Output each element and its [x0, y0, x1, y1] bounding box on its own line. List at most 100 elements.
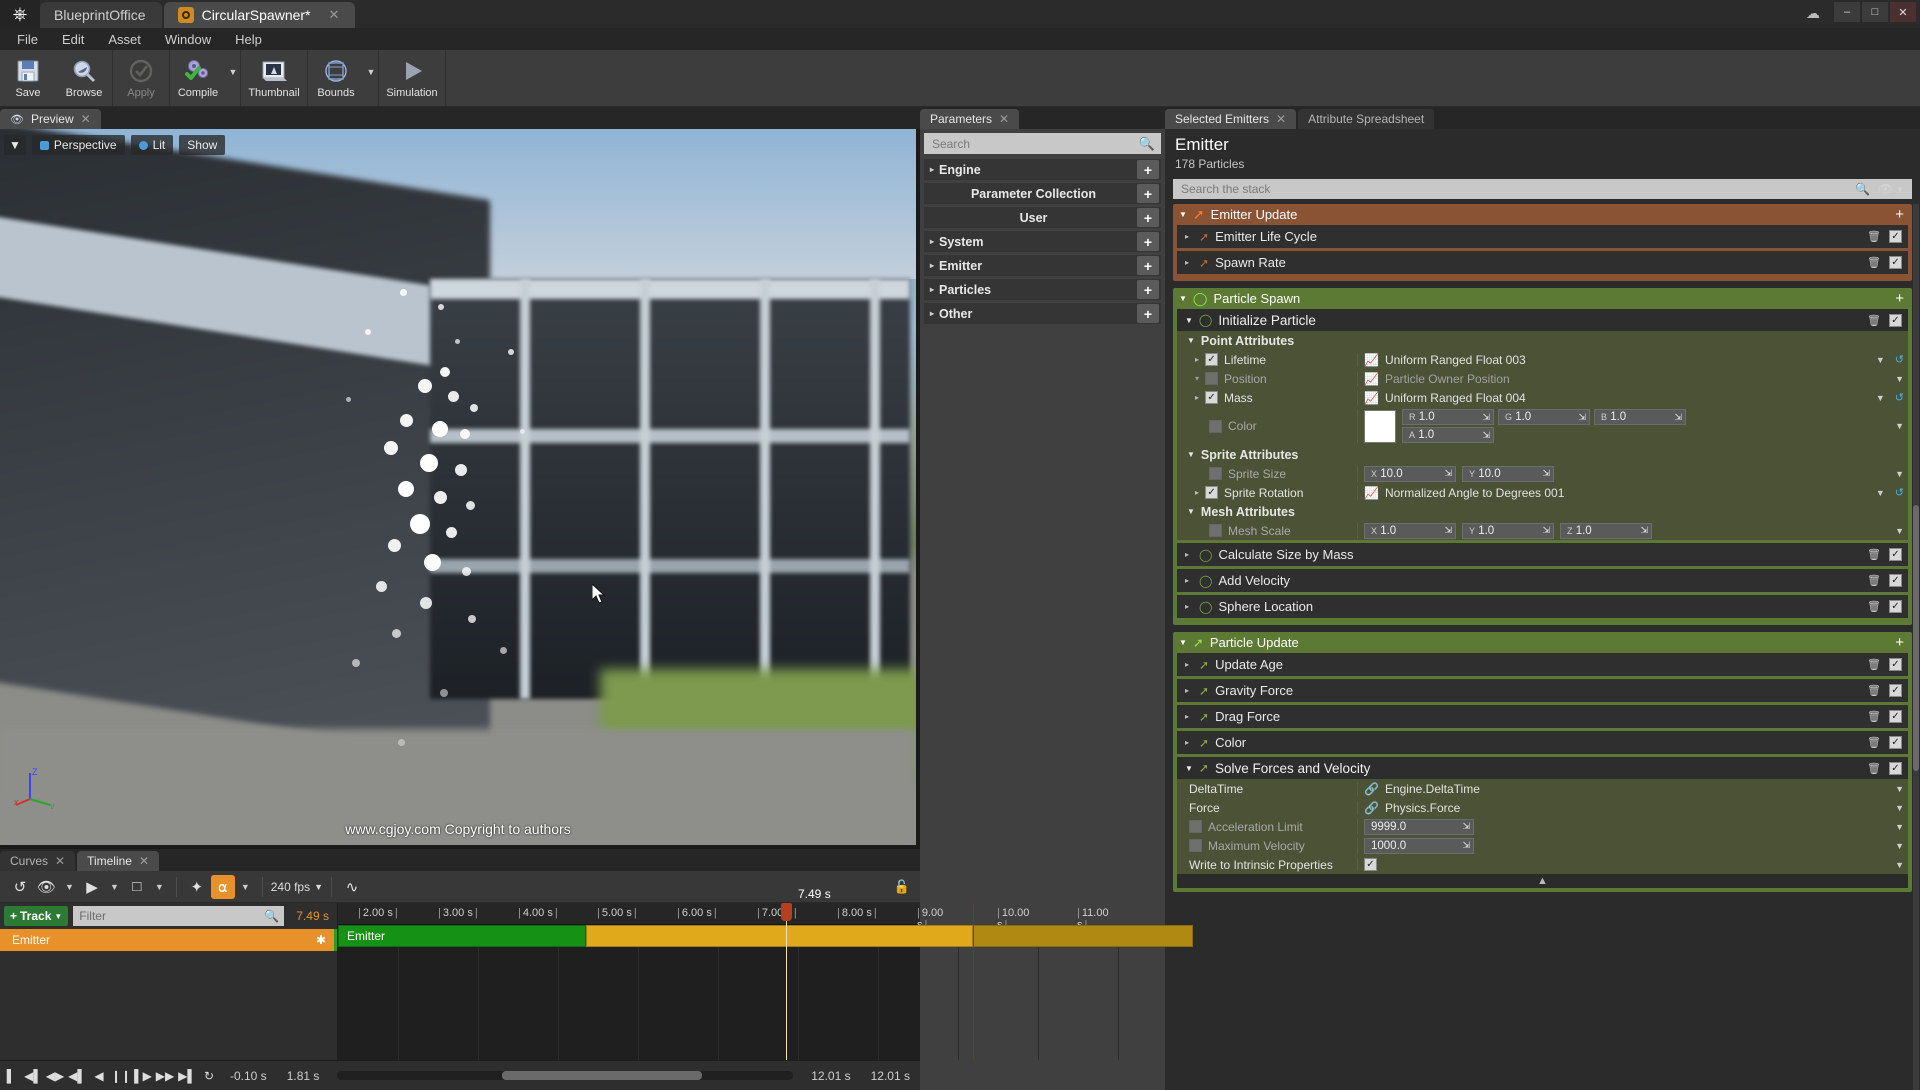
write-intrinsic-checkbox[interactable]: ✓ — [1364, 858, 1377, 871]
sprite-size-x[interactable]: X 10.0 ⇲ — [1364, 465, 1456, 482]
module-enabled-checkbox[interactable]: ✓ — [1889, 230, 1902, 243]
add-parameter-button[interactable]: + — [1137, 304, 1159, 323]
chevron-down-icon[interactable]: ▼ — [1895, 822, 1908, 832]
chevron-down-icon[interactable]: ▼ — [364, 50, 378, 106]
tab-curves[interactable]: Curves ✕ — [0, 851, 76, 871]
add-parameter-button[interactable]: + — [1137, 280, 1159, 299]
viewport-perspective-button[interactable]: Perspective — [31, 135, 125, 155]
param-row-system[interactable]: ▸ System + — [924, 231, 1161, 252]
chevron-down-icon[interactable]: ▼ — [1895, 526, 1908, 536]
attr-enabled-checkbox[interactable]: ✓ — [1205, 486, 1219, 499]
chevron-down-icon[interactable]: ▼ — [237, 882, 254, 892]
delete-icon[interactable]: 🗑 — [1867, 256, 1881, 269]
window-tab-circularspawner[interactable]: CircularSpawner* ✕ — [163, 2, 356, 28]
step-back-frame-icon[interactable]: ◀▌ — [66, 1063, 88, 1089]
delete-icon[interactable]: 🗑 — [1867, 710, 1881, 723]
chevron-right-icon[interactable]: ▸ — [1195, 355, 1199, 364]
timeline-horizontal-scrollbar[interactable] — [337, 1071, 794, 1080]
tab-preview[interactable]: 👁 Preview ✕ — [0, 109, 101, 129]
chevron-down-icon[interactable]: ▼ — [1179, 210, 1187, 219]
module-spawn-rate[interactable]: ▸ ➚ Spawn Rate 🗑 ✓ — [1177, 251, 1908, 274]
magnet-icon[interactable]: ⍺ — [210, 874, 235, 899]
simulation-button[interactable]: Simulation — [379, 50, 445, 106]
chevron-down-icon[interactable]: ▼ — [1187, 450, 1195, 459]
delete-icon[interactable]: 🗑 — [1867, 600, 1881, 613]
close-icon[interactable]: ✕ — [999, 112, 1009, 126]
curve-editor-icon[interactable]: ∿ — [340, 875, 364, 899]
lock-icon[interactable]: 🔓 — [894, 879, 910, 895]
timeline-filter-input[interactable]: Filter 🔍 — [73, 906, 284, 926]
module-header-solve-forces[interactable]: ▼ ➚ Solve Forces and Velocity 🗑 ✓ — [1177, 757, 1908, 779]
chevron-down-icon[interactable]: ▼ — [226, 50, 240, 106]
chevron-right-icon[interactable]: ▸ — [1185, 712, 1193, 721]
chevron-right-icon[interactable]: ▸ — [930, 165, 934, 174]
previous-key-icon[interactable]: ◀▶ — [44, 1063, 66, 1089]
chevron-down-icon[interactable]: ▼ — [1895, 469, 1908, 479]
add-module-button[interactable]: + — [1895, 206, 1906, 223]
chevron-right-icon[interactable]: ▸ — [930, 309, 934, 318]
undo-icon[interactable]: ↺ — [8, 875, 32, 899]
attr-row-mesh-scale[interactable]: ✓ Mesh Scale X 1.0⇲ Y 1.0⇲ Z 1.0⇲ ▼ — [1177, 521, 1908, 540]
loop-icon[interactable]: ↻ — [198, 1063, 220, 1089]
timeline-clip-active[interactable]: Emitter — [338, 925, 586, 947]
chevron-down-icon[interactable]: ▼ — [1187, 507, 1195, 516]
tab-selected-emitters[interactable]: Selected Emitters ✕ — [1165, 109, 1297, 129]
menu-item-file[interactable]: File — [6, 30, 49, 49]
play-reverse-icon[interactable]: ◀ — [88, 1063, 110, 1089]
delete-icon[interactable]: 🗑 — [1867, 230, 1881, 243]
next-key-icon[interactable]: ▶▶ — [154, 1063, 176, 1089]
step-forward-icon[interactable]: ▌▶ — [132, 1063, 154, 1089]
tab-parameters[interactable]: Parameters ✕ — [920, 109, 1020, 129]
eye-icon[interactable]: 👁 — [34, 875, 59, 899]
add-module-button[interactable]: + — [1895, 290, 1906, 307]
chevron-right-icon[interactable]: ▸ — [1185, 232, 1193, 241]
close-icon[interactable]: ✕ — [1276, 112, 1286, 126]
param-row-user[interactable]: User + — [924, 207, 1161, 228]
preview-viewport[interactable]: ▼ Perspective Lit Show Z y x www.cgjoy.c… — [0, 129, 916, 845]
add-parameter-button[interactable]: + — [1137, 232, 1159, 251]
attr-enabled-checkbox[interactable]: ✓ — [1209, 467, 1222, 480]
window-tab-blueprintoffice[interactable]: BlueprintOffice — [40, 2, 162, 28]
module-header-initialize-particle[interactable]: ▼ ◯ Initialize Particle 🗑 ✓ — [1177, 309, 1908, 331]
chevron-down-icon[interactable]: ▼ — [61, 882, 78, 892]
save-button[interactable]: Save — [0, 50, 56, 106]
group-header-particle-update[interactable]: ▼ ➚ Particle Update + — [1173, 632, 1912, 653]
attr-row-position[interactable]: ▾ ✓ Position 📈 Particle Owner Position ▼ — [1177, 369, 1908, 388]
timeline-tracks-area[interactable]: 2.00 s 3.00 s 4.00 s 5.00 s 6.00 s 7.00 … — [338, 887, 1193, 1060]
module-color[interactable]: ▸ ➚ Color 🗑 ✓ — [1177, 731, 1908, 754]
add-parameter-button[interactable]: + — [1137, 184, 1159, 203]
param-row-emitter[interactable]: ▸ Emitter + — [924, 255, 1161, 276]
tab-attribute-spreadsheet[interactable]: Attribute Spreadsheet — [1298, 109, 1435, 129]
attr-enabled-checkbox[interactable]: ✓ — [1205, 372, 1219, 385]
param-row-engine[interactable]: ▸ Engine + — [924, 159, 1161, 180]
add-parameter-button[interactable]: + — [1137, 256, 1159, 275]
add-module-button[interactable]: + — [1895, 634, 1906, 651]
compile-button[interactable]: Compile — [170, 50, 226, 106]
chevron-right-icon[interactable]: ▸ — [930, 237, 934, 246]
jump-to-end-icon[interactable]: ▶▌ — [176, 1063, 198, 1089]
fps-selector[interactable]: 240 fps ▼ — [271, 880, 323, 894]
browse-button[interactable]: Browse — [56, 50, 112, 106]
mesh-scale-z[interactable]: Z 1.0 ⇲ — [1560, 522, 1652, 539]
attr-row-lifetime[interactable]: ▸ ✓ Lifetime 📈 Uniform Ranged Float 003 … — [1177, 350, 1908, 369]
module-enabled-checkbox[interactable]: ✓ — [1889, 313, 1902, 327]
chevron-down-icon[interactable]: ▼ — [1179, 638, 1187, 647]
chevron-right-icon[interactable]: ▸ — [1185, 602, 1193, 611]
chevron-down-icon[interactable]: ▼ — [1895, 841, 1908, 851]
playhead-handle[interactable] — [781, 903, 792, 921]
module-gravity-force[interactable]: ▸ ➚ Gravity Force 🗑 ✓ — [1177, 679, 1908, 702]
chevron-down-icon[interactable]: ▼ — [1895, 803, 1908, 813]
step-back-icon[interactable]: ◀▌ — [22, 1063, 44, 1089]
chevron-right-icon[interactable]: ▸ — [930, 285, 934, 294]
timeline-ruler[interactable]: 2.00 s 3.00 s 4.00 s 5.00 s 6.00 s 7.00 … — [338, 903, 1109, 931]
module-calculate-size-by-mass[interactable]: ▸ ◯ Calculate Size by Mass 🗑 ✓ — [1177, 543, 1908, 566]
param-row-parameter-collection[interactable]: Parameter Collection + — [924, 183, 1161, 204]
emitter-state-icon[interactable]: ✱ — [316, 933, 326, 947]
section-mesh-attributes[interactable]: ▼ Mesh Attributes — [1177, 502, 1908, 521]
param-row-force[interactable]: Force 🔗 Physics.Force ▼ — [1177, 798, 1908, 817]
color-field-r[interactable]: R 1.0 ⇲ — [1402, 409, 1494, 425]
attr-row-color[interactable]: ✓ Color R 1.0⇲ G 1.0⇲ B 1.0⇲ — [1177, 407, 1908, 445]
parameters-search-input[interactable]: Search 🔍 — [924, 133, 1161, 154]
chevron-down-icon[interactable]: ▼ — [1895, 374, 1908, 384]
chevron-right-icon[interactable]: ▸ — [1195, 488, 1199, 497]
